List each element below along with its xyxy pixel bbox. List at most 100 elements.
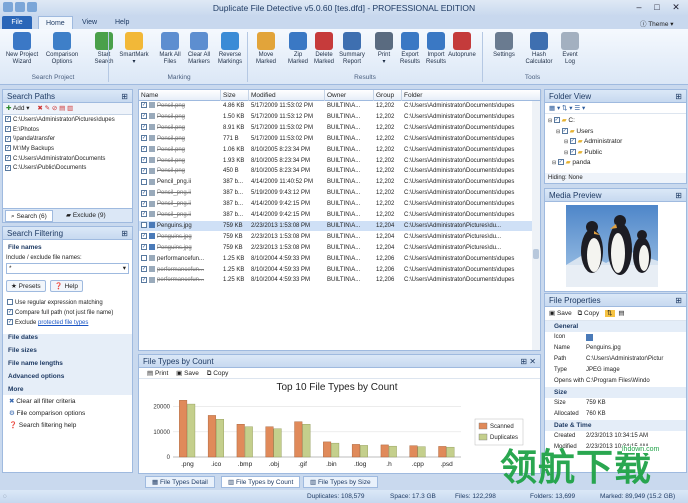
move-marked-button[interactable]: Move Marked xyxy=(248,32,284,66)
filter-link[interactable]: ✖ Clear all filter criteria xyxy=(9,396,126,408)
file-list-scrollbar[interactable] xyxy=(532,101,540,350)
exclude-protected-option[interactable]: ✓ Exclude protected file types xyxy=(7,318,132,328)
column-header-name[interactable]: Name xyxy=(139,90,221,101)
filter-section[interactable]: File dates xyxy=(8,334,132,341)
checkbox[interactable]: ✓ xyxy=(141,146,147,153)
event-log-button[interactable]: Event Log xyxy=(552,32,588,66)
search-path-item[interactable]: ✓ C:\Users\Administrator\Documents xyxy=(5,155,130,165)
table-row[interactable]: ✓ Pencil.png 8.91 KB 5/17/2009 11:53:02 PM B… xyxy=(139,123,538,133)
table-row[interactable]: ✓ Pencil.png 1.93 KB 8/10/2005 8:23:34 PM BU… xyxy=(139,156,538,166)
checkbox[interactable] xyxy=(141,222,147,229)
tab-view[interactable]: View xyxy=(75,16,104,29)
checkbox[interactable] xyxy=(141,178,147,185)
full-path-option[interactable]: ✓ Compare full path (not just file name) xyxy=(7,308,132,318)
pin-icon[interactable]: ⊞ ✕ xyxy=(520,355,536,368)
checkbox[interactable]: ✓ xyxy=(141,265,147,272)
checkbox[interactable]: ✓ xyxy=(141,211,147,218)
include-exclude-input[interactable]: * ▾ xyxy=(6,263,129,274)
checkbox[interactable]: ✓ xyxy=(141,135,147,142)
folder-tree-item[interactable]: ⊟ ✓ ▰ Administrator xyxy=(548,137,683,148)
table-row[interactable]: ✓ Pencil_png.ii 387 b... 5/19/2009 9:43:12 … xyxy=(139,188,538,198)
table-row[interactable]: ✓ Penguins.jpg 759 KB 2/23/2013 1:53:08 PM B… xyxy=(139,232,538,242)
checkbox[interactable]: ✓ xyxy=(7,309,13,316)
tab-file-types-by-count[interactable]: ▥ File Types by Count xyxy=(221,476,301,488)
chart-save-button[interactable]: ▣ Save xyxy=(176,370,199,377)
sort-icon[interactable]: ⇅ xyxy=(605,310,615,317)
column-header-folder[interactable]: Folder xyxy=(402,90,542,101)
search-path-item[interactable]: ✓ C:\Users\Administrator\Pictures\dupes xyxy=(5,116,130,126)
tab-file-types-detail[interactable]: ▦ File Types Detail xyxy=(145,476,215,488)
close-button[interactable]: ✕ xyxy=(667,1,685,14)
column-header-group[interactable]: Group xyxy=(374,90,402,101)
tab-home[interactable]: Home xyxy=(38,16,73,29)
filter-section[interactable]: File sizes xyxy=(8,347,132,354)
checkbox[interactable]: ✓ xyxy=(5,135,11,142)
checkbox[interactable]: ✓ xyxy=(141,167,147,174)
checkbox[interactable]: ✓ xyxy=(141,156,147,163)
maximize-button[interactable]: □ xyxy=(648,1,666,14)
minimize-button[interactable]: – xyxy=(630,1,648,14)
autoprune-button[interactable]: Autoprune xyxy=(444,32,480,59)
column-header-modified[interactable]: Modified xyxy=(249,90,325,101)
tab-file[interactable]: File xyxy=(2,16,32,29)
tab-file-types-by-size[interactable]: ▥ File Types by Size xyxy=(303,476,378,488)
checkbox[interactable]: ✓ xyxy=(5,145,11,152)
properties-copy-button[interactable]: ⧉ Copy xyxy=(578,310,600,317)
filter-link[interactable]: ⚙ File comparison options xyxy=(9,408,126,420)
add-button[interactable]: Add ▾ xyxy=(13,105,30,112)
column-header-size[interactable]: Size xyxy=(221,90,249,101)
table-row[interactable]: Pencil_png.ii 387 b... 4/14/2009 11:40:52 … xyxy=(139,177,538,188)
theme-menu[interactable]: ⓘ Theme ▾ xyxy=(640,18,674,28)
filter-section[interactable]: Advanced options xyxy=(8,373,132,380)
chevron-down-icon[interactable]: ▾ xyxy=(123,264,126,274)
table-row[interactable]: performancefun... 1.25 KB 8/10/2004 4:59:3… xyxy=(139,253,538,264)
table-row[interactable]: ✓ Pencil.png 450 B 8/10/2005 8:23:34 PM BUIL… xyxy=(139,166,538,176)
folder-tree-item[interactable]: ⊟ ✓ ▰ C: xyxy=(548,116,683,127)
help-button[interactable]: ❓ Help xyxy=(49,280,83,292)
checkbox[interactable]: ✓ xyxy=(141,124,147,131)
checkbox[interactable]: ✓ xyxy=(557,159,564,166)
search-path-item[interactable]: ✓ \\panda\transfer xyxy=(5,135,130,145)
table-row[interactable]: ✓ Pencil_png.ii 387 b... 4/14/2009 9:42:15 … xyxy=(139,199,538,209)
table-row[interactable]: ✓ Penguins.jpg 759 KB 2/23/2013 1:53:08 PM B… xyxy=(139,243,538,253)
property-group[interactable]: Date & Time xyxy=(545,420,686,431)
checkbox[interactable]: ✓ xyxy=(141,102,147,109)
checkbox[interactable]: ✓ xyxy=(569,138,576,145)
property-group[interactable]: Size xyxy=(545,387,686,398)
checkbox[interactable]: ✓ xyxy=(569,148,576,155)
folder-tree-item[interactable]: ⊟ ✓ ▰ panda xyxy=(548,158,683,169)
checkbox[interactable]: ✓ xyxy=(5,126,11,133)
chart-print-button[interactable]: ▤ Print xyxy=(147,370,168,377)
table-row[interactable]: ✓ performancefun... 1.25 KB 8/10/2004 4:59:… xyxy=(139,275,538,285)
column-header-owner[interactable]: Owner xyxy=(325,90,374,101)
table-row[interactable]: ✓ performancefun... 1.25 KB 8/10/2004 4:59:… xyxy=(139,265,538,275)
checkbox[interactable]: ✓ xyxy=(141,113,147,120)
checkbox[interactable]: ✓ xyxy=(141,233,147,240)
pin-icon[interactable]: ⊞ xyxy=(121,90,128,103)
checkbox[interactable]: ✓ xyxy=(5,155,11,162)
pin-icon[interactable]: ⊞ xyxy=(121,227,128,240)
checkbox[interactable]: ✓ xyxy=(141,276,147,283)
comparison-options-button[interactable]: Comparison Options xyxy=(44,32,80,66)
search-path-item[interactable]: ✓ M:\My Backups xyxy=(5,145,130,155)
checkbox[interactable]: ✓ xyxy=(7,319,13,326)
folder-tree-item[interactable]: ⊟ ✓ ▰ Users xyxy=(548,127,683,138)
checkbox[interactable] xyxy=(141,255,147,262)
table-row[interactable]: ✓ Pencil.png 1.06 KB 8/10/2005 8:23:34 PM BU… xyxy=(139,145,538,155)
presets-button[interactable]: ★ Presets xyxy=(6,280,46,292)
filter-section[interactable]: File name lengths xyxy=(8,360,132,367)
filter-section[interactable]: More xyxy=(8,386,132,393)
settings-button[interactable]: Settings xyxy=(486,32,522,59)
tab-help[interactable]: Help xyxy=(108,16,136,29)
tab-exclude-paths[interactable]: ▰ Exclude (9) xyxy=(61,210,111,222)
list-icon[interactable]: ▤ xyxy=(618,310,624,317)
regex-option[interactable]: Use regular expression matching xyxy=(7,298,132,308)
table-row[interactable]: ✓ Pencil_png.ii 387 b... 4/14/2009 9:42:15 … xyxy=(139,210,538,220)
table-row[interactable]: ✓ Pencil.png 771 B 5/17/2009 11:53:02 PM BUI… xyxy=(139,134,538,144)
chart-copy-button[interactable]: ⧉ Copy xyxy=(207,370,229,377)
search-path-item[interactable]: ✓ C:\Users\Public\Documents xyxy=(5,164,130,174)
pin-icon[interactable]: ⊞ xyxy=(675,189,682,202)
table-row[interactable]: Penguins.jpg 759 KB 2/23/2013 1:53:08 PM BU… xyxy=(139,220,538,231)
folder-toolbar[interactable]: ▦ ▾ ⇅ ▾ ☰ ▾ xyxy=(545,103,686,114)
checkbox[interactable]: ✓ xyxy=(141,189,147,196)
